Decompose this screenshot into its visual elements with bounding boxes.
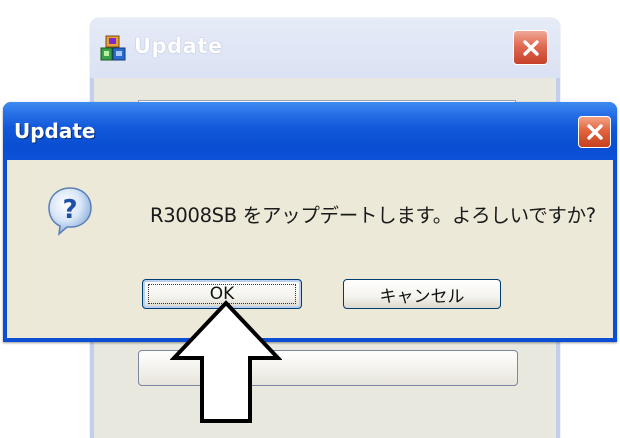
close-icon xyxy=(586,124,603,140)
cancel-button[interactable]: キャンセル xyxy=(343,279,501,309)
dialog-title: Update xyxy=(14,119,96,143)
background-close-button[interactable] xyxy=(513,30,548,65)
question-icon: ? xyxy=(48,187,92,236)
dialog-close-button[interactable] xyxy=(578,116,611,148)
background-window-title: Update xyxy=(134,34,223,58)
close-icon xyxy=(522,39,539,56)
dialog-message: R3008SB をアップデートします。よろしいですか? xyxy=(150,204,596,227)
svg-text:?: ? xyxy=(62,195,77,225)
cancel-button-label: キャンセル xyxy=(379,286,465,307)
dialog-titlebar[interactable]: Update xyxy=(3,102,617,160)
dialog-body: ? R3008SB をアップデートします。よろしいですか? OK キャンセル xyxy=(7,160,613,338)
package-icon xyxy=(100,35,126,61)
update-dialog: Update ? R3008SB をアップデートします。よろしいですか? OK xyxy=(3,102,617,342)
up-arrow-icon xyxy=(170,300,282,423)
background-window-titlebar: Update xyxy=(90,18,560,78)
